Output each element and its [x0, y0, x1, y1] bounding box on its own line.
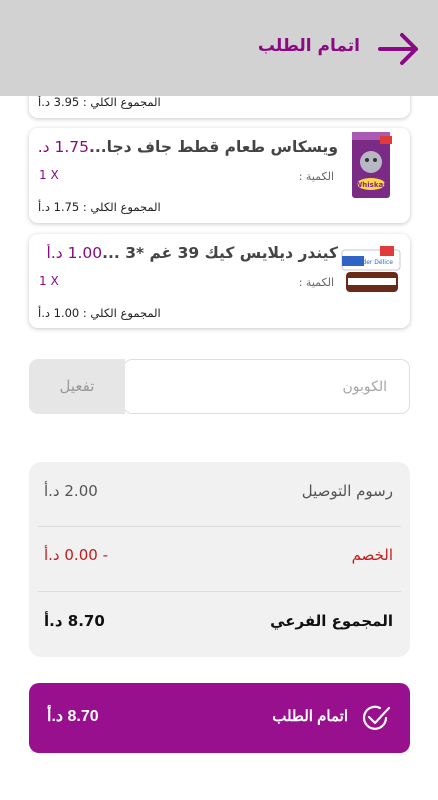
svg-text:Kinder Délice: Kinder Délice	[353, 259, 393, 266]
page-title: اتمام الطلب	[257, 36, 360, 56]
checkout-label: اتمام الطلب	[272, 708, 348, 725]
order-summary: رسوم التوصيل 2.00 د.أ الخصم - 0.00 د.أ ا…	[29, 462, 410, 657]
delivery-fee-value: 2.00 د.أ	[44, 482, 98, 500]
kinder-delice-image: Kinder Délice	[341, 246, 401, 292]
product-name: ويسكاس طعام قطط جاف دجا...1.75 د.أ	[38, 138, 338, 156]
quantity-value: 1 X	[39, 274, 59, 288]
item-total: المجموع الكلي : 1.00 د.أ	[38, 306, 161, 320]
product-name: كيندر ديلايس كيك 39 غم *3 ...1.00 د.أ	[46, 244, 338, 262]
coupon-section: تفعيل	[29, 359, 410, 414]
item-total: المجموع الكلي : 3.95 د.أ	[38, 95, 161, 109]
checkout-total: 8.70 د.أ	[47, 708, 99, 725]
product-price: 1.75 د.أ	[38, 138, 89, 156]
activate-coupon-button[interactable]: تفعيل	[29, 359, 125, 414]
discount-value: - 0.00 د.أ	[44, 546, 108, 564]
whiskas-pack-image: Whiskas	[352, 132, 392, 198]
cart-item-card[interactable]: Whiskas ويسكاس طعام قطط جاف دجا...1.75 د…	[29, 128, 410, 223]
discount-row: الخصم - 0.00 د.أ	[29, 526, 410, 590]
checkout-button[interactable]: اتمام الطلب 8.70 د.أ	[29, 683, 410, 753]
quantity-label: الكمية :	[298, 276, 334, 289]
delivery-fee-row: رسوم التوصيل 2.00 د.أ	[29, 462, 410, 526]
delivery-fee-label: رسوم التوصيل	[301, 482, 393, 500]
item-total: المجموع الكلي : 1.75 د.أ	[38, 200, 161, 214]
svg-text:Whiskas: Whiskas	[355, 181, 388, 189]
arrow-right-icon[interactable]	[376, 30, 424, 68]
subtotal-row: المجموع الفرعي 8.70 د.أ	[29, 592, 410, 656]
cart-item-card[interactable]: Kinder Délice كيندر ديلايس كيك 39 غم *3 …	[29, 234, 410, 328]
discount-label: الخصم	[351, 546, 393, 564]
quantity-value: 1 X	[39, 168, 59, 182]
top-bar: اتمام الطلب	[0, 0, 438, 96]
check-circle-icon	[362, 705, 391, 730]
quantity-label: الكمية :	[298, 170, 334, 183]
subtotal-label: المجموع الفرعي	[270, 612, 393, 630]
product-price: 1.00 د.أ	[46, 244, 103, 262]
subtotal-value: 8.70 د.أ	[44, 612, 105, 630]
coupon-input[interactable]	[123, 359, 410, 414]
